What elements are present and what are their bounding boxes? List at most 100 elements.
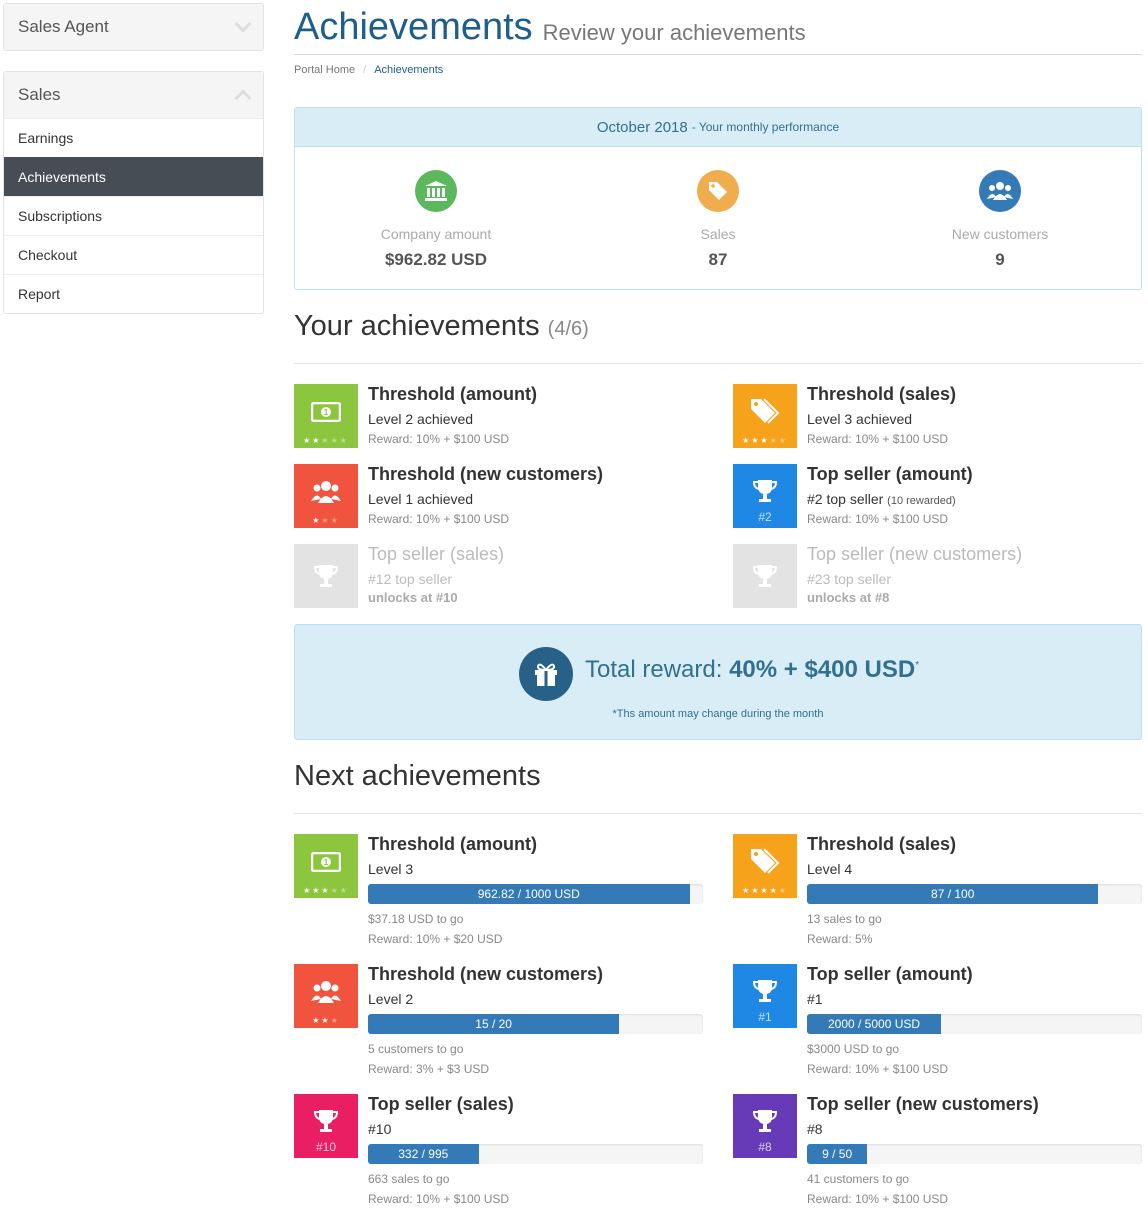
stat-company-amount: Company amount $962.82 USD — [316, 170, 556, 270]
remaining-text: $37.18 USD to go — [368, 912, 464, 926]
achievement-top-seller-new-customers-locked: Top seller (new customers) #23 top selle… — [733, 544, 1148, 608]
next-achievement-title: Threshold (amount) — [368, 834, 537, 854]
achievement-status-text: #2 top seller — [807, 491, 884, 507]
sidebar-item-report[interactable]: Report — [4, 274, 263, 313]
next-reward-text: Reward: 5% — [807, 932, 873, 946]
sidebar-item-label: Checkout — [18, 247, 78, 263]
next-reward-text: Reward: 10% + $100 USD — [807, 1062, 949, 1076]
next-achievement-title: Top seller (sales) — [368, 1094, 514, 1114]
achievement-title: Top seller (amount) — [807, 464, 973, 484]
achievement-top-seller-amount: #2 Top seller (amount) #2 top seller (10… — [733, 464, 1148, 528]
next-top-seller-new-customers: #8 Top seller (new customers) #8 9 / 50 … — [733, 1094, 1143, 1212]
achievement-reward: Reward: 10% + $100 USD — [368, 432, 510, 446]
stars-rating: ★★★ — [312, 1016, 340, 1025]
progress-fill: 15 / 20 — [368, 1014, 620, 1034]
next-achievement-level: #8 — [807, 1121, 823, 1137]
progress-bar: 2000 / 5000 USD — [807, 1014, 1142, 1034]
achievement-reward: Reward: 10% + $100 USD — [807, 512, 949, 526]
breadcrumb-home-link[interactable]: Portal Home — [294, 64, 355, 76]
users-icon: ★★★ — [294, 964, 358, 1028]
sales-panel-header[interactable]: Sales — [4, 72, 263, 118]
trophy-icon — [733, 544, 797, 608]
sidebar-item-subscriptions[interactable]: Subscriptions — [4, 196, 263, 235]
total-reward-text: Total reward: 40% + $400 USD* — [585, 656, 919, 684]
next-achievement-level: Level 3 — [368, 861, 414, 877]
performance-month: October 2018 — [596, 118, 688, 136]
performance-subtitle: - Your monthly performance — [691, 120, 840, 134]
achievement-reward: Reward: 10% + $100 USD — [807, 432, 949, 446]
stars-rating: ★★★★★ — [742, 436, 788, 445]
next-reward-text: Reward: 3% + $3 USD — [368, 1062, 490, 1076]
next-achievement-title: Top seller (amount) — [807, 964, 973, 984]
achievement-threshold-sales: ★★★★★ Threshold (sales) Level 3 achieved… — [733, 384, 1148, 448]
progress-fill: 87 / 100 — [807, 884, 1099, 904]
sales-agent-panel-header[interactable]: Sales Agent — [4, 4, 263, 50]
sales-title: Sales — [18, 85, 61, 104]
achievement-status: Level 1 achieved — [368, 491, 474, 507]
progress-bar: 332 / 995 — [368, 1144, 703, 1164]
bank-icon — [415, 170, 457, 212]
sidebar-item-label: Subscriptions — [18, 208, 103, 224]
chevron-up-icon — [234, 89, 252, 107]
remaining-text: 663 sales to go — [368, 1172, 450, 1186]
achievement-threshold-amount: 1 ★★★★★ Threshold (amount) Level 2 achie… — [294, 384, 714, 448]
total-reward-label: Total reward: — [585, 656, 723, 683]
progress-bar: 962.82 / 1000 USD — [368, 884, 703, 904]
achievement-title: Threshold (amount) — [368, 384, 537, 404]
stat-sales: Sales 87 — [598, 170, 838, 270]
achievement-threshold-new-customers: ★★★ Threshold (new customers) Level 1 ac… — [294, 464, 714, 528]
stars-rating: ★★★★★ — [303, 886, 349, 895]
progress-fill: 2000 / 5000 USD — [807, 1014, 941, 1034]
achievement-unlock-condition: unlocks at #10 — [368, 590, 458, 605]
stat-value: 87 — [708, 250, 728, 269]
users-icon — [979, 170, 1021, 212]
next-reward-text: Reward: 10% + $100 USD — [807, 1192, 949, 1206]
achievement-status: Level 3 achieved — [807, 411, 913, 427]
next-achievements-heading: Next achievements — [294, 760, 1142, 814]
sidebar-item-achievements[interactable]: Achievements — [4, 157, 263, 196]
total-reward-mark: * — [915, 660, 920, 671]
trophy-icon: #10 — [294, 1094, 358, 1158]
achievement-count: (4/6) — [547, 318, 589, 340]
achievement-title: Threshold (new customers) — [368, 464, 604, 484]
rank-label: #1 — [758, 1010, 772, 1024]
chevron-down-icon — [234, 15, 252, 33]
stars-rating: ★★★★★ — [303, 436, 349, 445]
next-top-seller-sales: #10 Top seller (sales) #10 332 / 995 663… — [294, 1094, 704, 1212]
sidebar-item-label: Achievements — [18, 169, 106, 185]
next-achievement-level: Level 4 — [807, 861, 853, 877]
rank-label: #10 — [315, 1140, 337, 1154]
remaining-text: 5 customers to go — [368, 1042, 464, 1056]
sales-panel: Sales Earnings Achievements Subscription… — [3, 71, 264, 314]
sales-agent-panel: Sales Agent — [3, 3, 264, 51]
stat-label: Company amount — [380, 226, 492, 242]
total-reward-plus: + — [783, 656, 798, 683]
trophy-icon: #2 — [733, 464, 797, 528]
total-reward-note: *Ths amount may change during the month — [612, 708, 824, 720]
svg-text:1: 1 — [324, 858, 329, 867]
progress-fill: 332 / 995 — [368, 1144, 479, 1164]
page-subtitle: Review your achievements — [542, 20, 806, 45]
tags-icon: ★★★★★ — [733, 834, 797, 898]
svg-text:1: 1 — [324, 408, 329, 417]
breadcrumb-current: Achievements — [374, 64, 444, 76]
next-reward-text: Reward: 10% + $20 USD — [368, 932, 503, 946]
trophy-icon: #8 — [733, 1094, 797, 1158]
stat-new-customers: New customers 9 — [880, 170, 1120, 270]
section-title: Next achievements — [294, 760, 541, 792]
breadcrumb: Portal Home / Achievements — [294, 64, 443, 76]
sidebar-item-earnings[interactable]: Earnings — [4, 118, 263, 157]
money-icon: 1 ★★★★★ — [294, 384, 358, 448]
sidebar-item-checkout[interactable]: Checkout — [4, 235, 263, 274]
your-achievements-heading: Your achievements (4/6) — [294, 310, 1142, 364]
progress-bar: 87 / 100 — [807, 884, 1142, 904]
progress-bar: 15 / 20 — [368, 1014, 703, 1034]
next-achievement-level: #1 — [807, 991, 823, 1007]
next-threshold-sales: ★★★★★ Threshold (sales) Level 4 87 / 100… — [733, 834, 1143, 952]
rank-label: #2 — [758, 510, 772, 524]
achievement-status-note: (10 rewarded) — [887, 495, 956, 507]
stars-rating: ★★★★★ — [742, 886, 788, 895]
next-achievement-title: Top seller (new customers) — [807, 1094, 1039, 1114]
stat-value: 9 — [995, 250, 1005, 269]
achievement-status: #12 top seller — [368, 571, 453, 587]
